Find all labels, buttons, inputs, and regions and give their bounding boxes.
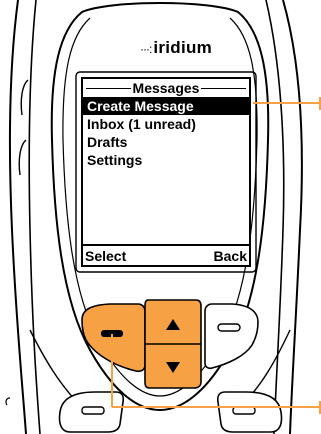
phone-display: Messages Create Message Inbox (1 unread)…	[81, 77, 251, 267]
messages-menu: Create Message Inbox (1 unread) Drafts S…	[83, 97, 249, 169]
left-softkey-button[interactable]	[82, 304, 145, 372]
phone-body-outline	[9, 0, 27, 434]
end-key-button[interactable]	[217, 392, 283, 432]
right-softkey-button[interactable]	[205, 304, 258, 368]
softkey-bar: Select Back	[83, 244, 249, 265]
menu-item-create-message[interactable]: Create Message	[83, 97, 249, 115]
menu-item-inbox[interactable]: Inbox (1 unread)	[83, 115, 249, 133]
nav-up-button[interactable]	[145, 300, 201, 344]
logo-text: iridium	[153, 38, 213, 57]
screen-title: Messages	[130, 80, 202, 96]
menu-item-settings[interactable]: Settings	[83, 151, 249, 169]
menu-item-drafts[interactable]: Drafts	[83, 133, 249, 151]
logo-dots: ···:	[140, 42, 152, 56]
iridium-logo: ···: iridium	[140, 38, 212, 58]
softkey-label-select[interactable]: Select	[85, 247, 126, 265]
screen-header: Messages	[83, 79, 249, 97]
nav-down-button[interactable]	[145, 344, 201, 388]
send-key-button[interactable]	[60, 392, 124, 432]
softkey-label-back[interactable]: Back	[214, 247, 247, 265]
